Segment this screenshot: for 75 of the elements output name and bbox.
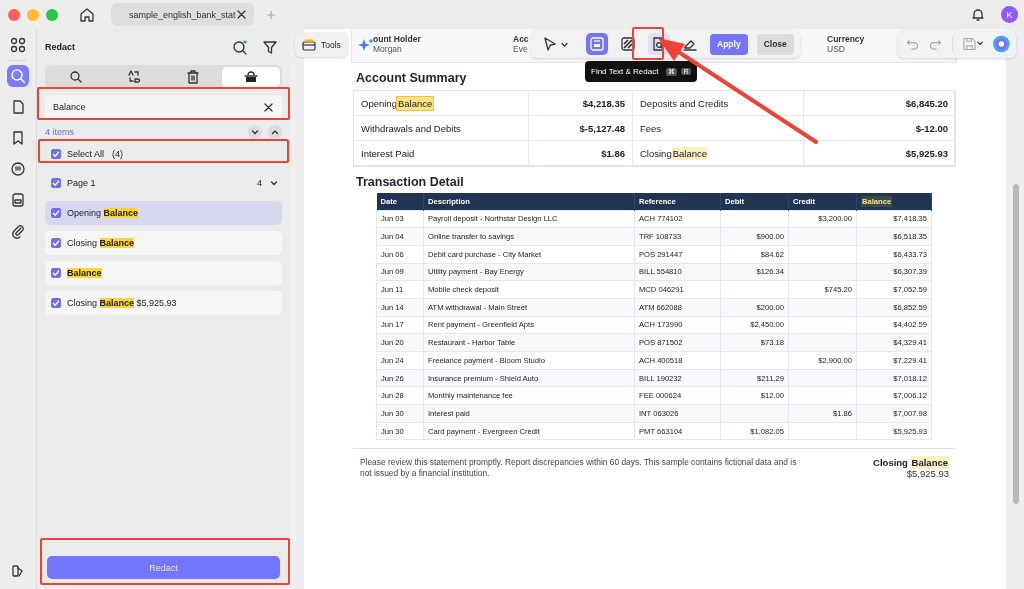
assistant-icon[interactable] xyxy=(993,35,1010,53)
field-value: Eve xyxy=(513,44,528,54)
field-value: USD xyxy=(827,44,845,54)
closing-label: Closing Balance xyxy=(872,457,949,469)
bookmark-icon[interactable] xyxy=(10,130,26,146)
checkbox[interactable] xyxy=(51,238,61,248)
panel-title: Redact xyxy=(45,42,75,52)
field-label: Acc xyxy=(513,34,529,44)
caret-icon[interactable] xyxy=(270,179,278,187)
save-icon[interactable] xyxy=(962,37,984,51)
table-cell: Deposits and Credits xyxy=(633,91,804,116)
item-count: 4 xyxy=(257,178,262,188)
result-text: Opening Balance xyxy=(67,208,139,218)
page-label: Page 1 xyxy=(67,178,96,188)
field-value: Morgan xyxy=(373,44,402,54)
closing-amount: $5,925.93 xyxy=(905,468,949,480)
table-cell: Fees xyxy=(633,116,804,141)
window-control-icon xyxy=(46,8,58,21)
table-cell: $6,845.20 xyxy=(804,91,956,116)
sparkle-icon[interactable] xyxy=(358,37,374,53)
field-label: Currency xyxy=(827,34,865,44)
filter-icon[interactable] xyxy=(262,39,278,55)
table-cell: $5,925.93 xyxy=(804,141,956,166)
window-control-icon xyxy=(8,8,20,21)
section-title: Transaction Detail xyxy=(356,175,464,189)
checkbox[interactable] xyxy=(51,298,61,308)
window-control-icon xyxy=(27,8,39,21)
result-count: 4 items xyxy=(45,127,74,137)
table-cell: $-5,127.48 xyxy=(529,116,633,141)
grid-icon[interactable] xyxy=(10,37,26,53)
table-cell: $4,218.35 xyxy=(529,91,633,116)
section-title: Account Summary xyxy=(356,71,467,85)
table-cell: Withdrawals and Debits xyxy=(354,116,529,141)
result-text: Closing Balance xyxy=(67,238,135,248)
checkbox[interactable] xyxy=(51,268,61,278)
table-cell: $-12.00 xyxy=(804,116,956,141)
item-count: (4) xyxy=(112,149,124,159)
footer-note: Please review this statement promptly. Report discrepancies within 60 days. This sample contains fictional data and is not issued by a financial institution. xyxy=(360,457,798,480)
checkbox[interactable] xyxy=(51,178,61,188)
page-icon[interactable] xyxy=(10,99,26,115)
avatar[interactable]: K xyxy=(1001,6,1018,23)
result-text: Balance xyxy=(67,268,102,278)
bell-icon[interactable] xyxy=(971,7,985,22)
checkbox[interactable] xyxy=(51,149,61,159)
close-icon[interactable] xyxy=(237,10,246,19)
apply-button[interactable]: Apply xyxy=(710,33,748,55)
previous-icon[interactable] xyxy=(268,125,282,139)
field-label: ount Holder xyxy=(373,34,421,44)
next-icon[interactable] xyxy=(248,125,262,139)
mark-redaction-icon[interactable] xyxy=(586,33,608,55)
table-cell: $1.86 xyxy=(529,141,633,166)
result-item[interactable]: Balance xyxy=(45,261,282,285)
paperclip-icon[interactable] xyxy=(10,223,26,239)
result-item[interactable]: Closing Balance $5,925.93 xyxy=(45,291,282,315)
table-cell: Opening Balance xyxy=(354,91,529,116)
form-icon[interactable] xyxy=(10,192,26,208)
table-cell: Closing Balance xyxy=(633,141,804,166)
comment-icon[interactable] xyxy=(10,161,26,177)
checkbox-label: Select All xyxy=(67,149,105,159)
checkbox[interactable] xyxy=(51,208,61,218)
result-item[interactable]: Closing Balance xyxy=(45,231,282,255)
toolbox-icon xyxy=(302,37,316,52)
result-item[interactable]: Opening Balance xyxy=(45,201,282,225)
close-button[interactable]: Close xyxy=(756,33,794,55)
scroll-thumb[interactable] xyxy=(1013,184,1019,504)
tab[interactable] xyxy=(221,67,280,87)
document-tab[interactable]: sample_english_bank_stat xyxy=(111,3,254,26)
result-text: Closing Balance $5,925.93 xyxy=(67,298,177,308)
home-icon[interactable] xyxy=(79,6,95,23)
search-field[interactable]: Balance xyxy=(45,95,282,119)
stamp-icon xyxy=(242,69,259,85)
table-cell: Interest Paid xyxy=(354,141,529,166)
swap-icon xyxy=(126,69,143,85)
clear-icon[interactable] xyxy=(264,103,273,112)
search-icon[interactable] xyxy=(232,39,248,55)
